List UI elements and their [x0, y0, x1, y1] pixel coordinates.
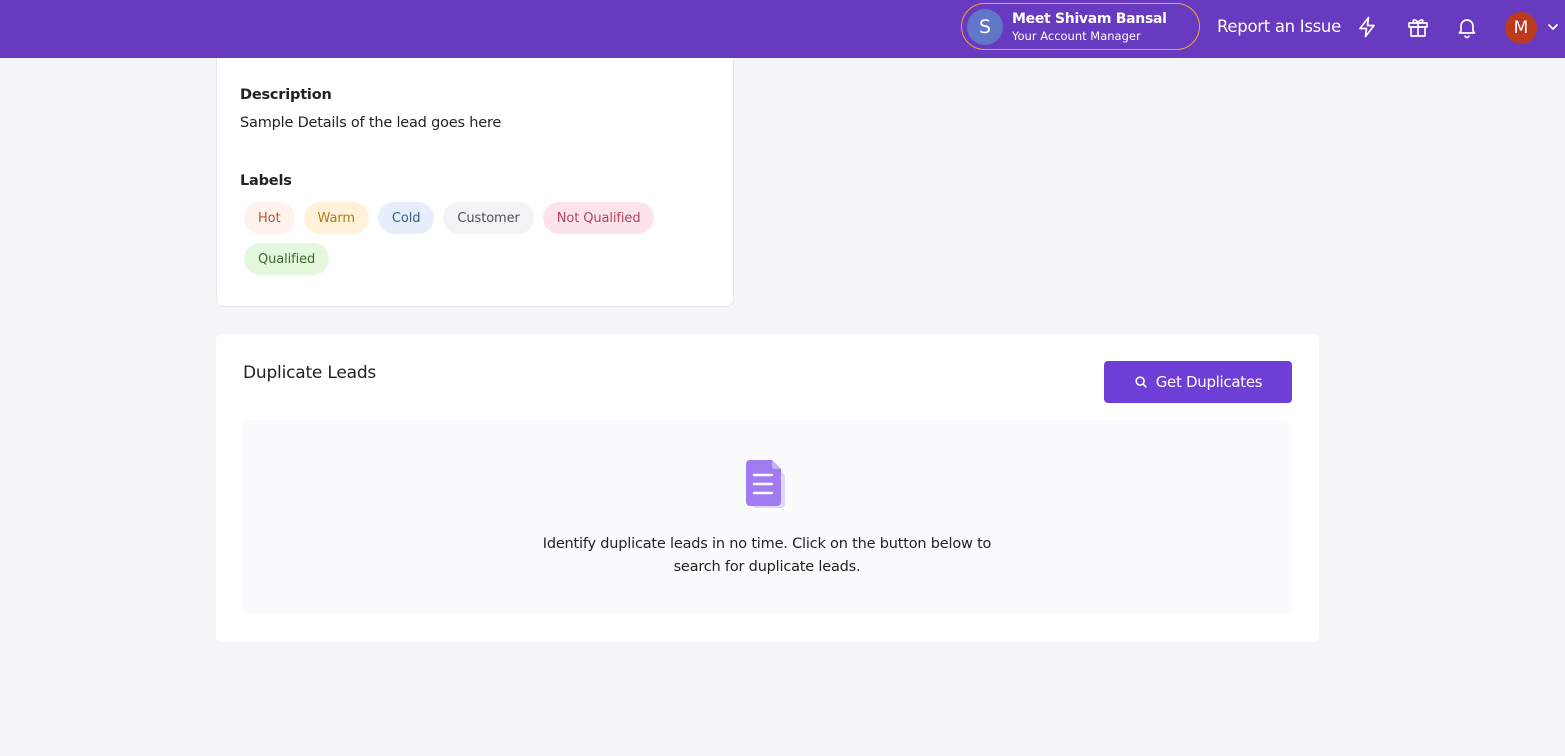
- label-chip-qualified[interactable]: Qualified: [244, 243, 330, 275]
- user-avatar[interactable]: M: [1505, 12, 1537, 44]
- empty-state: Identify duplicate leads in no time. Cli…: [242, 420, 1292, 615]
- lead-details-card: Description Sample Details of the lead g…: [216, 58, 734, 307]
- account-manager-pill[interactable]: S Meet Shivam Bansal Your Account Manage…: [961, 3, 1200, 50]
- duplicate-leads-title: Duplicate Leads: [243, 363, 377, 383]
- description-text: Sample Details of the lead goes here: [240, 115, 502, 131]
- duplicate-leads-card: Duplicate Leads Get Duplicates Identify …: [216, 334, 1319, 642]
- gift-icon[interactable]: [1406, 15, 1430, 39]
- lightning-icon[interactable]: [1355, 15, 1379, 39]
- get-duplicates-label: Get Duplicates: [1155, 373, 1263, 391]
- labels-list: Hot Warm Cold Customer Not Qualified Qua…: [244, 202, 664, 275]
- account-manager-info: Meet Shivam Bansal Your Account Manager: [1012, 10, 1167, 44]
- chevron-down-icon[interactable]: [1545, 19, 1561, 35]
- label-chip-not-qualified[interactable]: Not Qualified: [542, 202, 655, 234]
- empty-state-line-1: Identify duplicate leads in no time. Cli…: [542, 536, 992, 552]
- top-navigation-bar: S Meet Shivam Bansal Your Account Manage…: [0, 0, 1565, 58]
- labels-label: Labels: [240, 173, 292, 189]
- report-issue-link[interactable]: Report an Issue: [1217, 15, 1341, 39]
- document-icon: [742, 460, 792, 510]
- empty-state-message: Identify duplicate leads in no time. Cli…: [517, 533, 1017, 579]
- label-chip-customer[interactable]: Customer: [443, 202, 534, 234]
- search-icon: [1135, 376, 1147, 388]
- account-manager-role: Your Account Manager: [1012, 28, 1141, 43]
- empty-state-line-2: search for duplicate leads.: [673, 559, 861, 575]
- get-duplicates-button[interactable]: Get Duplicates: [1104, 361, 1292, 403]
- label-chip-cold[interactable]: Cold: [377, 202, 435, 234]
- label-chip-hot[interactable]: Hot: [244, 202, 295, 234]
- account-manager-avatar: S: [967, 8, 1003, 45]
- label-chip-warm[interactable]: Warm: [303, 202, 369, 234]
- description-label: Description: [240, 87, 332, 103]
- bell-icon[interactable]: [1455, 15, 1479, 39]
- account-manager-name: Meet Shivam Bansal: [1012, 10, 1167, 27]
